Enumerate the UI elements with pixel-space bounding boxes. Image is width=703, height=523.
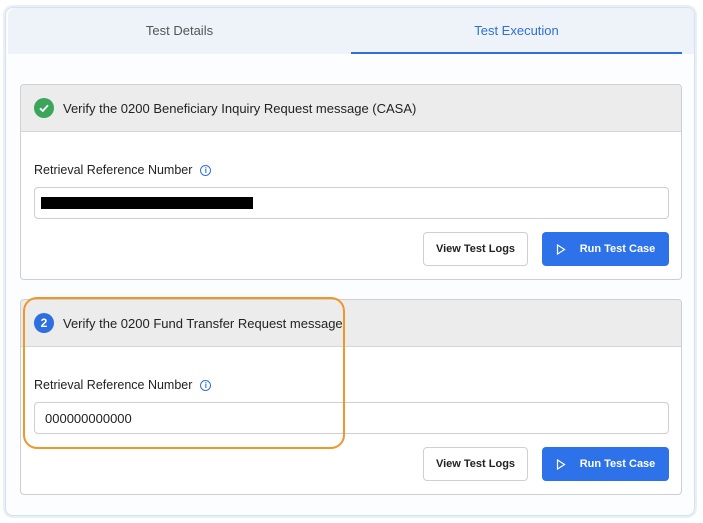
play-icon	[556, 458, 566, 470]
field-label-text: Retrieval Reference Number	[34, 163, 193, 177]
play-icon	[556, 243, 566, 255]
tab-bar: Test Details Test Execution	[8, 8, 694, 54]
tab-test-execution[interactable]: Test Execution	[351, 8, 682, 54]
active-tab-indicator	[351, 52, 682, 54]
view-test-logs-button[interactable]: View Test Logs	[423, 232, 528, 266]
view-test-logs-button[interactable]: View Test Logs	[423, 447, 528, 481]
card-title: Verify the 0200 Beneficiary Inquiry Requ…	[63, 100, 417, 116]
check-icon	[34, 98, 54, 118]
retrieval-reference-input[interactable]	[34, 187, 669, 219]
redacted-value	[41, 197, 253, 209]
info-icon[interactable]: i	[200, 164, 212, 176]
run-label: Run Test Case	[579, 243, 656, 255]
run-test-case-button[interactable]: Run Test Case	[542, 447, 669, 481]
test-case-card-1: Verify the 0200 Beneficiary Inquiry Requ…	[20, 84, 682, 280]
field-label: Retrieval Reference Number i	[34, 163, 212, 177]
highlight-annotation	[23, 297, 345, 449]
run-test-case-button[interactable]: Run Test Case	[542, 232, 669, 266]
tab-test-details[interactable]: Test Details	[8, 8, 351, 54]
card-header: Verify the 0200 Beneficiary Inquiry Requ…	[21, 85, 681, 132]
run-label: Run Test Case	[579, 458, 656, 470]
